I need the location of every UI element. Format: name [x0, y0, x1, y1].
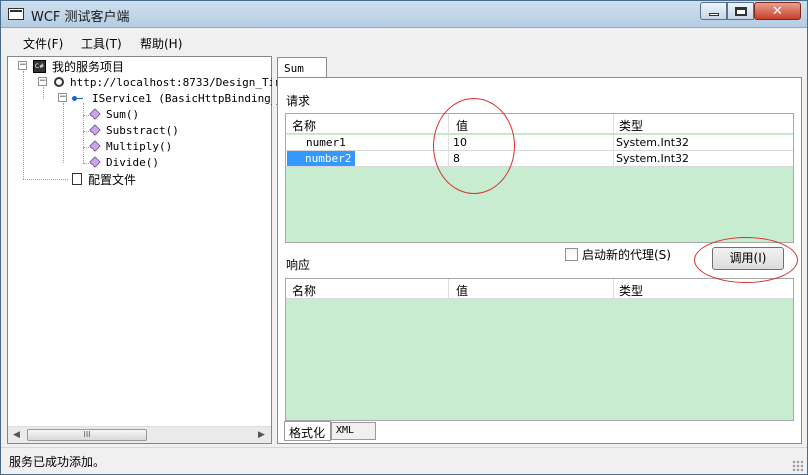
close-button[interactable]: ✕: [754, 2, 801, 20]
menu-file[interactable]: 文件(F): [23, 35, 63, 52]
response-grid[interactable]: 名称 值 类型: [285, 278, 794, 421]
title-bar[interactable]: WCF 测试客户端 ✕: [1, 1, 807, 28]
cell-separator: [448, 151, 449, 167]
method-icon: [89, 124, 101, 136]
method-icon: [89, 156, 101, 168]
tree-line: [43, 87, 44, 99]
tab-formatted[interactable]: 格式化: [284, 421, 331, 441]
tree-node-label: IService1 (BasicHttpBinding_IS: [92, 91, 291, 105]
param-type: System.Int32: [616, 136, 690, 149]
request-label: 请求: [286, 94, 311, 108]
response-grid-header: 名称 值 类型: [286, 279, 793, 299]
method-icon: [89, 140, 101, 152]
tree-node-method[interactable]: Sum(): [89, 106, 140, 122]
tree-node-label: 配置文件: [88, 172, 137, 187]
tree-node-label: Sum(): [106, 107, 140, 121]
param-name: number2: [287, 151, 356, 166]
interface-icon: [72, 93, 86, 103]
method-tab-page: 请求 名称 值 类型 numer1 10 System.Int32 number…: [277, 77, 802, 444]
param-value[interactable]: 8: [453, 152, 460, 165]
param-name: numer1: [306, 136, 346, 149]
column-separator: [448, 279, 449, 299]
collapse-toggle[interactable]: −: [18, 61, 27, 70]
endpoint-globe-icon: [54, 77, 64, 87]
column-name[interactable]: 名称: [292, 117, 316, 134]
tree-node-config[interactable]: 配置文件: [72, 171, 136, 187]
cell-separator: [613, 135, 614, 151]
scroll-thumb[interactable]: III: [27, 429, 147, 441]
method-tabs: Sum: [277, 57, 802, 79]
panel-splitter[interactable]: [272, 56, 276, 444]
minimize-icon: [708, 12, 719, 16]
column-separator: [613, 114, 614, 134]
horizontal-scrollbar[interactable]: ◀ III ▶: [8, 426, 271, 443]
param-type: System.Int32: [616, 152, 690, 165]
tree-line: [63, 103, 64, 163]
tree-node-label: Substract(): [106, 123, 179, 137]
close-icon: ✕: [772, 3, 783, 19]
method-icon: [89, 108, 101, 120]
main-window: WCF 测试客户端 ✕ 文件(F) 工具(T) 帮助(H) − C# 我的服务项…: [0, 0, 808, 475]
tree-node-method[interactable]: Multiply(): [89, 138, 173, 154]
column-value[interactable]: 值: [456, 117, 468, 134]
collapse-toggle[interactable]: −: [38, 77, 47, 86]
scroll-left-icon[interactable]: ◀: [13, 430, 20, 440]
column-separator: [448, 114, 449, 134]
config-file-icon: [72, 173, 82, 185]
table-row[interactable]: numer1 10 System.Int32: [286, 135, 793, 151]
menu-help[interactable]: 帮助(H): [140, 35, 182, 52]
maximize-icon: [734, 6, 747, 16]
menu-bar: 文件(F) 工具(T) 帮助(H): [1, 29, 807, 54]
tab-xml[interactable]: XML: [331, 422, 376, 440]
status-bar: 服务已成功添加。: [1, 447, 807, 474]
tree-node-label: 我的服务项目: [52, 59, 125, 74]
tab-sum[interactable]: Sum: [277, 57, 327, 79]
scroll-right-icon[interactable]: ▶: [258, 430, 265, 440]
size-grip-icon[interactable]: [792, 460, 803, 471]
column-type[interactable]: 类型: [619, 117, 643, 134]
request-grid-header: 名称 值 类型: [286, 114, 793, 134]
services-root-icon: C#: [33, 59, 46, 73]
tree-node-endpoint[interactable]: http://localhost:8733/Design_Time: [54, 74, 289, 90]
tree-node-root[interactable]: C# 我的服务项目: [33, 58, 124, 74]
invoke-button[interactable]: 调用(I): [712, 247, 784, 270]
column-separator: [613, 279, 614, 299]
tree-node-label: http://localhost:8733/Design_Time: [70, 75, 289, 89]
tree-line: [23, 71, 24, 179]
minimize-button[interactable]: [700, 2, 727, 20]
tree-node-label: Multiply(): [106, 139, 173, 153]
status-text: 服务已成功添加。: [9, 455, 106, 469]
tree-node-label: Divide(): [106, 155, 159, 169]
column-type[interactable]: 类型: [619, 282, 643, 299]
new-proxy-checkbox[interactable]: [565, 248, 578, 261]
service-tree[interactable]: − C# 我的服务项目 − http://localhost:8733/Desi…: [7, 56, 291, 444]
tree-line: [23, 179, 68, 180]
request-grid[interactable]: 名称 值 类型 numer1 10 System.Int32 number2 8…: [285, 113, 794, 243]
maximize-button[interactable]: [727, 2, 754, 20]
tree-node-method[interactable]: Divide(): [89, 154, 159, 170]
response-label: 响应: [286, 258, 311, 272]
column-value[interactable]: 值: [456, 282, 468, 299]
window-title: WCF 测试客户端: [31, 10, 130, 25]
app-icon: [8, 8, 24, 20]
new-proxy-label[interactable]: 启动新的代理(S): [582, 246, 671, 263]
menu-tools[interactable]: 工具(T): [81, 35, 122, 52]
tree-node-service[interactable]: IService1 (BasicHttpBinding_IS: [72, 90, 291, 106]
cell-separator: [613, 151, 614, 167]
response-view-tabs: 格式化 XML: [284, 421, 794, 441]
tree-line: [83, 103, 84, 163]
param-value[interactable]: 10: [453, 136, 467, 149]
tree-node-method[interactable]: Substract(): [89, 122, 179, 138]
collapse-toggle[interactable]: −: [58, 93, 67, 102]
cell-separator: [448, 135, 449, 151]
table-row[interactable]: number2 8 System.Int32: [286, 151, 793, 167]
column-name[interactable]: 名称: [292, 282, 316, 299]
